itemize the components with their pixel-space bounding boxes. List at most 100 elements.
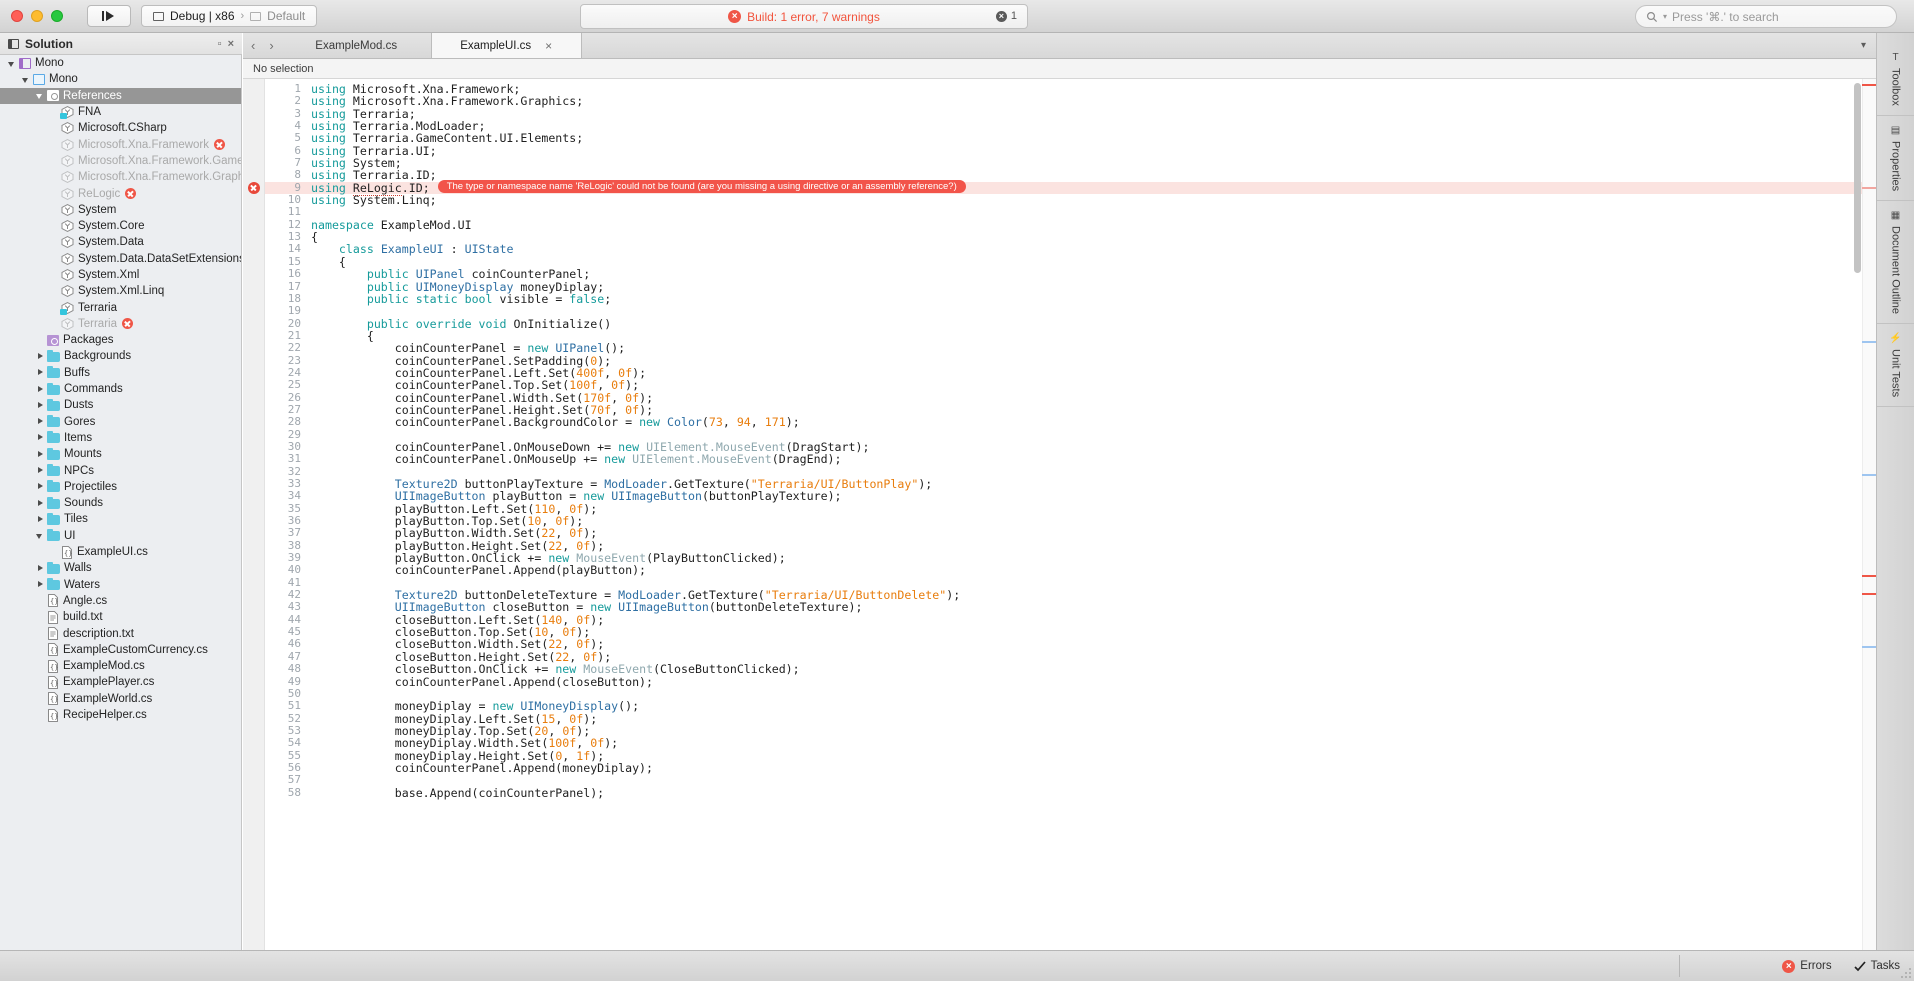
code-line[interactable]: 49 coinCounterPanel.Append(closeButton); [265, 675, 1876, 688]
code-line-error[interactable]: 9 using ReLogic.ID; The type or namespace … [265, 180, 1876, 196]
minimize-window-button[interactable] [31, 10, 43, 22]
code-line[interactable]: 56 coinCounterPanel.Append(moneyDiplay); [265, 761, 1876, 774]
disclosure-right-icon[interactable] [36, 499, 45, 508]
code-line[interactable]: 28 coinCounterPanel.BackgroundColor = ne… [265, 415, 1876, 428]
tree-item-tiles[interactable]: Tiles [0, 511, 241, 527]
code-text[interactable]: namespace ExampleMod.UI [311, 219, 472, 231]
editor-vertical-scrollbar[interactable] [1854, 83, 1861, 273]
gutter-error-icon[interactable] [248, 182, 260, 195]
build-status-pill[interactable]: × Build: 1 error, 7 warnings × 1 [580, 4, 1028, 29]
navigate-forward-button[interactable]: › [269, 38, 273, 53]
tree-item-waters[interactable]: Waters [0, 577, 241, 593]
code-line[interactable]: 11 [265, 206, 1876, 219]
tree-item-recipehelper-cs[interactable]: {} RecipeHelper.cs [0, 707, 241, 723]
code-line[interactable]: 10 using System.Linq; [265, 193, 1876, 206]
disclosure-right-icon[interactable] [36, 401, 45, 410]
marker-info[interactable] [1862, 474, 1876, 476]
code-line[interactable]: 14 class ExampleUI : UIState [265, 243, 1876, 256]
breadcrumb[interactable]: No selection [243, 59, 1876, 79]
code-text[interactable]: coinCounterPanel.Append(closeButton); [311, 675, 653, 688]
tree-item-packages[interactable]: Packages [0, 332, 241, 348]
code-text[interactable]: coinCounterPanel.Append(playButton); [311, 564, 646, 576]
tree-item-relogic[interactable]: ReLogic [0, 185, 241, 201]
tree-item-references[interactable]: References [0, 87, 241, 104]
code-text[interactable]: base.Append(coinCounterPanel); [311, 786, 604, 799]
tree-item-dusts[interactable]: Dusts [0, 397, 241, 413]
marker-warning[interactable] [1862, 187, 1876, 189]
tree-item-gores[interactable]: Gores [0, 414, 241, 430]
right-tab-unit-tests[interactable]: ⚡ Unit Tests [1877, 324, 1914, 408]
editor-gutter[interactable] [243, 79, 265, 950]
search-input[interactable]: ▾ Press '⌘.' to search [1635, 5, 1897, 28]
disclosure-right-icon[interactable] [36, 368, 45, 377]
marker-error[interactable] [1862, 84, 1876, 86]
tree-item-mounts[interactable]: Mounts [0, 446, 241, 462]
run-button[interactable] [87, 5, 131, 27]
tree-item-exampleplayer-cs[interactable]: {} ExamplePlayer.cs [0, 674, 241, 690]
close-tab-button[interactable]: × [545, 39, 552, 53]
tree-item-walls[interactable]: Walls [0, 560, 241, 576]
tree-item-commands[interactable]: Commands [0, 381, 241, 397]
maximize-window-button[interactable] [51, 10, 63, 22]
tree-item-description-txt[interactable]: description.txt [0, 625, 241, 641]
tab-overflow-button[interactable]: ▾ [1861, 33, 1876, 58]
status-errors-button[interactable]: × Errors [1782, 959, 1832, 973]
code-text[interactable]: coinCounterPanel.BackgroundColor = new C… [311, 416, 800, 428]
tree-item-system[interactable]: System [0, 202, 241, 218]
tree-item-system-core[interactable]: System.Core [0, 218, 241, 234]
tree-item-sounds[interactable]: Sounds [0, 495, 241, 511]
code-line[interactable]: 7 using System; [265, 156, 1876, 169]
code-line[interactable]: 6 using Terraria.UI; [265, 144, 1876, 157]
search-dropdown-caret[interactable]: ▾ [1663, 12, 1667, 21]
code-line[interactable]: 58 base.Append(coinCounterPanel); [265, 786, 1876, 799]
tree-item-items[interactable]: Items [0, 430, 241, 446]
marker-error[interactable] [1862, 593, 1876, 595]
close-window-button[interactable] [11, 10, 23, 22]
marker-info[interactable] [1862, 646, 1876, 648]
disclosure-right-icon[interactable] [36, 352, 45, 361]
tree-item-microsoft-xna-framework-game[interactable]: Microsoft.Xna.Framework.Game [0, 153, 241, 169]
tree-item-exampleui-cs[interactable]: {} ExampleUI.cs [0, 544, 241, 560]
disclosure-right-icon[interactable] [36, 385, 45, 394]
disclosure-right-icon[interactable] [36, 417, 45, 426]
disclosure-right-icon[interactable] [36, 515, 45, 524]
tree-item-microsoft-csharp[interactable]: Microsoft.CSharp [0, 120, 241, 136]
tree-item-system-data-datasetextensions[interactable]: System.Data.DataSetExtensions [0, 251, 241, 267]
code-text[interactable]: public static bool visible = false; [311, 293, 611, 305]
close-panel-button[interactable]: × [228, 38, 234, 50]
code-line[interactable]: 5 using Terraria.GameContent.UI.Elements; [265, 132, 1876, 145]
code-line[interactable]: 3 using Terraria; [265, 107, 1876, 120]
tree-item-examplemod-cs[interactable]: {} ExampleMod.cs [0, 658, 241, 674]
right-tab-document-outline[interactable]: ▦ Document Outline [1877, 201, 1914, 325]
disclosure-right-icon[interactable] [36, 564, 45, 573]
tree-item-terraria[interactable]: Terraria [0, 316, 241, 332]
disclosure-down-icon[interactable] [36, 91, 45, 100]
editor-tab-exampleui[interactable]: ExampleUI.cs × [431, 33, 582, 58]
tree-item-system-xml-linq[interactable]: System.Xml.Linq [0, 283, 241, 299]
tree-item-mono[interactable]: Mono [0, 71, 241, 87]
disclosure-down-icon[interactable] [8, 59, 17, 68]
code-line[interactable]: 18 public static bool visible = false; [265, 292, 1876, 305]
code-scroll-region[interactable]: 1 using Microsoft.Xna.Framework; 2 using Mi… [265, 79, 1876, 950]
tree-item-ui[interactable]: UI [0, 528, 241, 544]
tree-item-angle-cs[interactable]: {} Angle.cs [0, 593, 241, 609]
disclosure-right-icon[interactable] [36, 580, 45, 589]
tree-item-mono[interactable]: Mono [0, 55, 241, 71]
code-line[interactable]: 40 coinCounterPanel.Append(playButton); [265, 564, 1876, 577]
marker-info[interactable] [1862, 341, 1876, 343]
disclosure-right-icon[interactable] [36, 482, 45, 491]
resize-grip-icon[interactable] [1899, 966, 1912, 979]
editor-tab-examplemod[interactable]: ExampleMod.cs [282, 33, 432, 58]
tree-item-microsoft-xna-framework-graphics[interactable]: Microsoft.Xna.Framework.Graphics [0, 169, 241, 185]
disclosure-right-icon[interactable] [36, 433, 45, 442]
code-line[interactable]: 12 namespace ExampleMod.UI [265, 218, 1876, 231]
code-line[interactable]: 20 public override void OnInitialize() [265, 317, 1876, 330]
tree-item-build-txt[interactable]: build.txt [0, 609, 241, 625]
tree-item-exampleworld-cs[interactable]: {} ExampleWorld.cs [0, 691, 241, 707]
disclosure-right-icon[interactable] [36, 466, 45, 475]
tree-item-terraria[interactable]: Terraria [0, 299, 241, 315]
code-text[interactable]: using System.Linq; [311, 194, 437, 206]
editor-marker-strip[interactable] [1862, 79, 1876, 950]
tree-item-backgrounds[interactable]: Backgrounds [0, 348, 241, 364]
code-line[interactable]: 2 using Microsoft.Xna.Framework.Graphics; [265, 94, 1876, 107]
